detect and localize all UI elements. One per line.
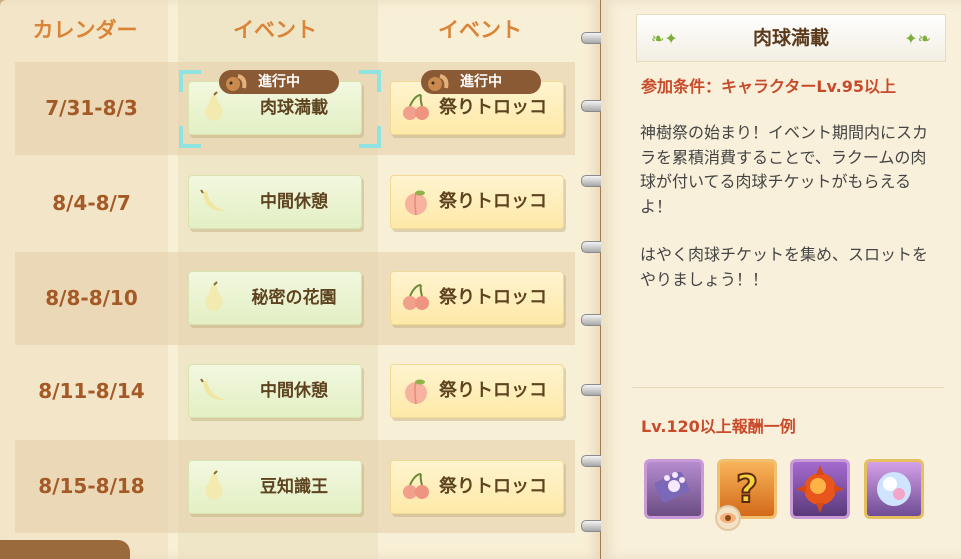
peach-icon: [405, 379, 427, 405]
eye-icon[interactable]: [715, 505, 741, 531]
event-card-label: 秘密の花園: [251, 288, 337, 308]
event-card-festival-trolley[interactable]: 祭りトロッコ 進行中: [390, 70, 564, 135]
description-paragraph: はやく肉球チケットを集め、スロットをやりましょう！！: [640, 245, 929, 289]
peach-icon: [405, 190, 427, 216]
event1-header-label: イベント: [233, 18, 317, 42]
badge-label: 進行中: [460, 74, 502, 90]
reward-title: Lv.120以上報酬一例: [641, 417, 796, 436]
event-card-label: 中間休憩: [260, 192, 328, 212]
detail-title-banner: ❧✦ 肉球満載 ✦❧: [636, 14, 946, 62]
cherry-icon: [403, 284, 429, 310]
in-progress-badge: 進行中: [421, 70, 541, 94]
calendar-header-label: カレンダー: [32, 18, 138, 42]
squirrel-icon: [428, 74, 449, 91]
event-card-festival-trolley[interactable]: 祭りトロッコ: [390, 460, 564, 514]
banana-icon: [200, 378, 227, 401]
row-date: 8/11-8/14: [38, 379, 145, 403]
wood-table-edge: [0, 540, 130, 559]
calendar-header: カレンダー イベント イベント: [0, 0, 600, 60]
row-date: 8/15-8/18: [38, 474, 145, 498]
calendar-page: カレンダー イベント イベント 7/31-8/3 8/4-8/7 8/8-8/1…: [0, 0, 600, 559]
event-card-festival-trolley[interactable]: 祭りトロッコ: [390, 271, 564, 325]
leaf-icon: ✦❧: [904, 29, 931, 48]
event-card-label: 祭りトロッコ: [439, 380, 547, 401]
event-card-label: 祭りトロッコ: [439, 191, 547, 212]
participation-condition: 参加条件：キャラクターLv.95以上: [641, 77, 897, 96]
event-card-break[interactable]: 中間休憩: [188, 175, 362, 229]
detail-title: 肉球満載: [752, 27, 829, 49]
event-card-festival-trolley[interactable]: 祭りトロッコ: [390, 364, 564, 418]
banana-icon: [200, 189, 227, 212]
cherry-icon: [403, 473, 429, 499]
description-paragraph: 神樹祭の始まり！イベント期間内にスカラを累積消費することで、ラクームの肉球が付い…: [640, 123, 929, 216]
selection-highlight: [179, 70, 381, 148]
row-date: 8/4-8/7: [52, 191, 131, 215]
paw-ticket-icon[interactable]: [644, 459, 704, 519]
event-card-label: 祭りトロッコ: [439, 476, 547, 497]
event-card-trivia-king[interactable]: 豆知識王: [188, 460, 362, 514]
event-card-break[interactable]: 中間休憩: [188, 364, 362, 418]
event-card-label: 中間休憩: [260, 381, 328, 401]
event-description: 神樹祭の始まり！イベント期間内にスカラを累積消費することで、ラクームの肉球が付い…: [640, 121, 940, 316]
row-date: 8/8-8/10: [45, 286, 138, 310]
row-date: 7/31-8/3: [45, 96, 138, 120]
svg-text:?: ?: [736, 467, 758, 511]
pear-icon: [205, 470, 223, 500]
event-card-label: 祭りトロッコ: [439, 287, 547, 308]
divider: [632, 387, 944, 388]
event2-header-label: イベント: [438, 18, 522, 42]
event-card-label: 豆知識王: [260, 477, 328, 497]
event-card-festival-trolley[interactable]: 祭りトロッコ: [390, 175, 564, 229]
pear-icon: [205, 281, 223, 311]
crystal-orb-icon[interactable]: [864, 459, 924, 519]
event-card-secret-garden[interactable]: 秘密の花園: [188, 271, 362, 325]
fire-orb-icon[interactable]: [790, 459, 850, 519]
cherry-icon: [403, 94, 429, 120]
